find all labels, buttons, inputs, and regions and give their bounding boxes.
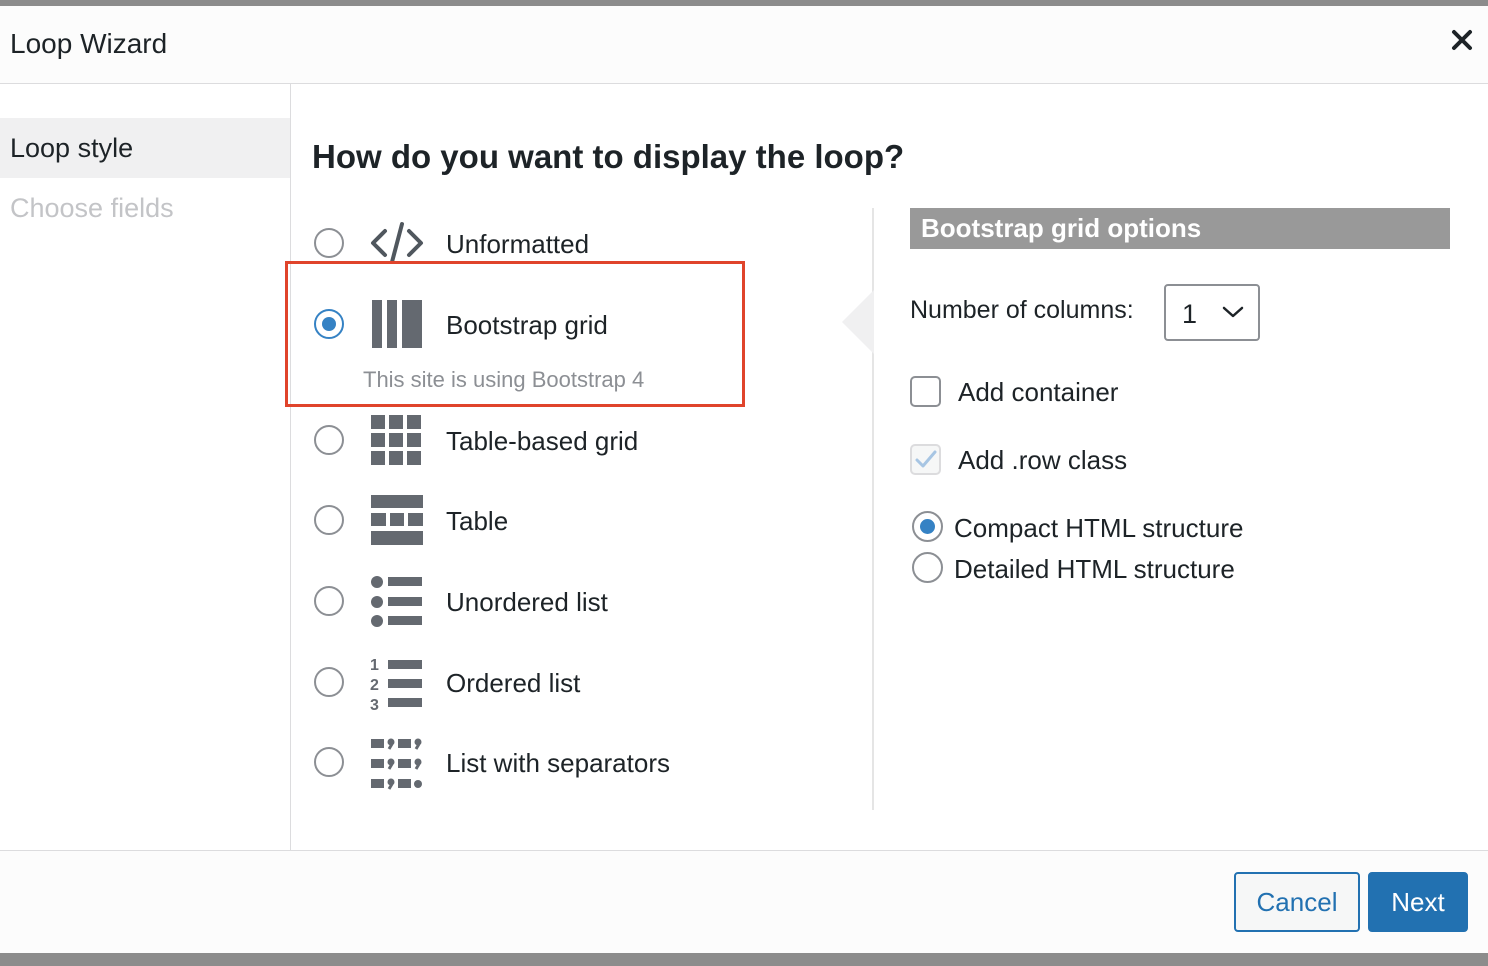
loop-option-table[interactable]: Table bbox=[312, 490, 852, 550]
unordered-list-icon bbox=[370, 575, 424, 629]
add-container-checkbox[interactable] bbox=[910, 376, 941, 407]
table-icon bbox=[370, 494, 424, 548]
page-title: How do you want to display the loop? bbox=[312, 138, 905, 175]
radio-list-with-separators[interactable] bbox=[314, 747, 344, 777]
add-row-class-checkbox[interactable] bbox=[910, 444, 941, 475]
dialog-footer: Cancel Next bbox=[0, 850, 1488, 953]
option-label-ordered-list: Ordered list bbox=[446, 668, 581, 698]
radio-unformatted[interactable] bbox=[314, 228, 344, 258]
radio-ordered-list[interactable] bbox=[314, 667, 344, 697]
radio-compact-html[interactable] bbox=[912, 511, 943, 542]
loop-option-ordered-list[interactable]: 1 2 3 Ordered list bbox=[312, 652, 852, 714]
checkmark-icon bbox=[915, 450, 937, 468]
cancel-button[interactable]: Cancel bbox=[1234, 872, 1360, 932]
option-label-table: Table bbox=[446, 506, 509, 536]
option-label-list-with-separators: List with separators bbox=[446, 748, 670, 778]
add-container-label: Add container bbox=[958, 377, 1119, 407]
next-button[interactable]: Next bbox=[1368, 872, 1468, 932]
columns-label: Number of columns: bbox=[910, 296, 1134, 324]
radio-table[interactable] bbox=[314, 505, 344, 535]
grid-options-header: Bootstrap grid options bbox=[910, 208, 1450, 249]
radio-detailed-html[interactable] bbox=[912, 552, 943, 583]
dialog-title: Loop Wizard bbox=[10, 28, 168, 59]
svg-text:3: 3 bbox=[370, 697, 379, 710]
svg-text:1: 1 bbox=[370, 657, 379, 674]
table-grid-icon bbox=[370, 414, 424, 468]
wizard-sidebar: Loop style Choose fields bbox=[0, 84, 291, 850]
compact-html-label: Compact HTML structure bbox=[954, 513, 1244, 543]
loop-wizard-dialog: Loop Wizard Loop style Choose fields How… bbox=[0, 6, 1488, 953]
panel-pointer-arrow bbox=[842, 290, 874, 354]
separator-list-icon bbox=[370, 736, 424, 790]
option-label-unformatted: Unformatted bbox=[446, 229, 590, 259]
option-label-unordered-list: Unordered list bbox=[446, 587, 608, 617]
option-label-table-based-grid: Table-based grid bbox=[446, 426, 639, 456]
columns-select[interactable]: 1 bbox=[1164, 284, 1260, 341]
columns-select-value: 1 bbox=[1182, 299, 1198, 329]
close-icon[interactable] bbox=[1448, 26, 1476, 54]
loop-option-list-with-separators[interactable]: List with separators bbox=[312, 732, 852, 792]
ordered-list-icon: 1 2 3 bbox=[370, 656, 424, 714]
detailed-html-label: Detailed HTML structure bbox=[954, 554, 1235, 584]
sidebar-item-choose-fields: Choose fields bbox=[10, 193, 174, 223]
radio-table-based-grid[interactable] bbox=[314, 425, 344, 455]
chevron-down-icon bbox=[1222, 304, 1244, 320]
selection-highlight-box bbox=[285, 261, 745, 407]
dialog-header: Loop Wizard bbox=[0, 6, 1488, 84]
sidebar-item-loop-style[interactable]: Loop style bbox=[0, 118, 290, 178]
loop-option-unordered-list[interactable]: Unordered list bbox=[312, 571, 852, 631]
radio-unordered-list[interactable] bbox=[314, 586, 344, 616]
svg-text:2: 2 bbox=[370, 677, 379, 694]
add-row-class-label: Add .row class bbox=[958, 445, 1128, 475]
loop-option-table-based-grid[interactable]: Table-based grid bbox=[312, 410, 852, 470]
